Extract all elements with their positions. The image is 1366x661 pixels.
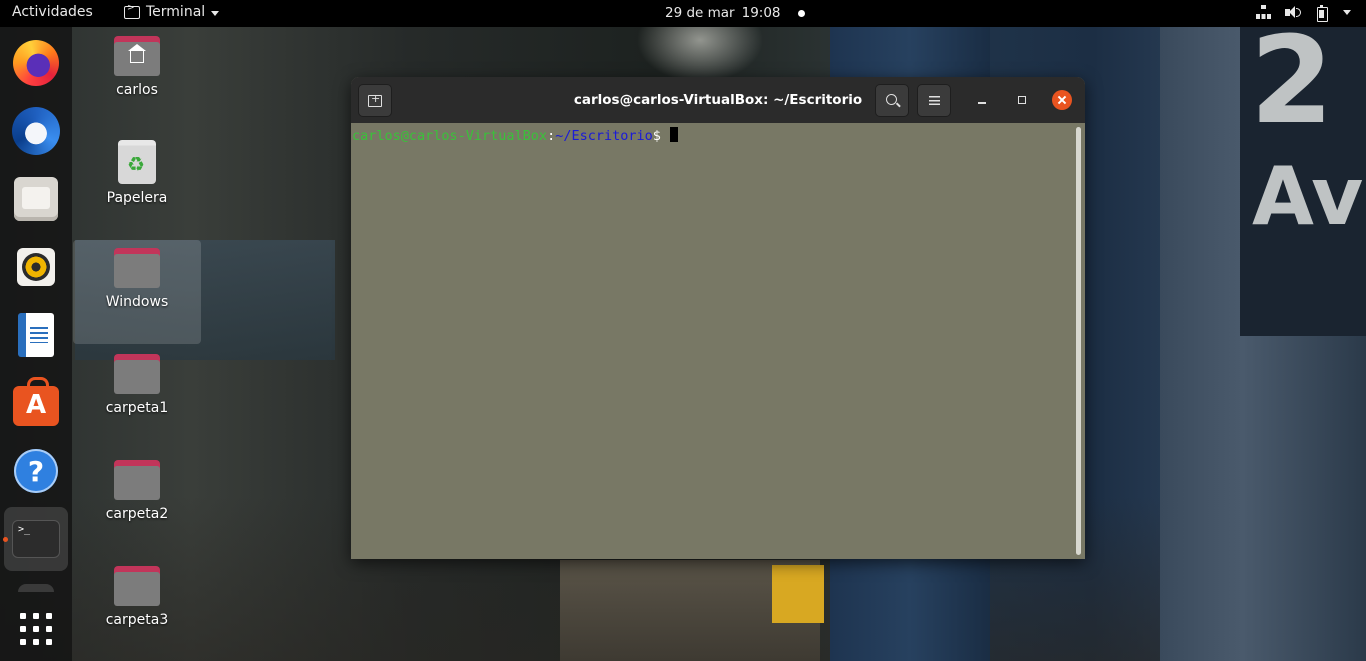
hamburger-menu-icon bbox=[928, 96, 940, 105]
prompt-path: ~/Escritorio bbox=[555, 128, 653, 144]
prompt-symbol: $ bbox=[652, 128, 670, 144]
desktop-icon-carpeta2[interactable]: carpeta2 bbox=[87, 460, 187, 522]
software-store-icon bbox=[13, 377, 59, 426]
new-tab-icon bbox=[368, 92, 382, 107]
dock-item-writer[interactable] bbox=[4, 303, 68, 367]
wallpaper-yellow-block bbox=[772, 565, 824, 623]
maximize-icon bbox=[1018, 96, 1026, 104]
close-button[interactable] bbox=[1051, 89, 1073, 111]
prompt-colon: : bbox=[547, 128, 556, 144]
desktop-icon-label: carlos bbox=[116, 82, 158, 98]
desktop-icon-label: carpeta1 bbox=[105, 400, 169, 416]
terminal-icon bbox=[124, 3, 140, 19]
terminal-icon bbox=[12, 520, 60, 558]
running-indicator-icon bbox=[3, 537, 8, 542]
thunderbird-icon bbox=[12, 107, 60, 155]
desktop-icon-label: Papelera bbox=[106, 190, 168, 206]
clock-date: 29 de mar bbox=[665, 5, 735, 21]
chevron-down-icon[interactable] bbox=[1343, 10, 1351, 15]
desktop-icon-label: carpeta3 bbox=[105, 612, 169, 628]
terminal-body[interactable]: carlos@carlos-VirtualBox:~/Escritorio$ bbox=[351, 123, 1085, 559]
dock-item-terminal[interactable] bbox=[3, 507, 68, 571]
folder-icon bbox=[114, 354, 160, 394]
firefox-icon bbox=[13, 40, 59, 86]
minimize-icon bbox=[978, 102, 986, 104]
dock-item-rhythmbox[interactable] bbox=[4, 235, 68, 299]
folder-icon bbox=[114, 566, 160, 606]
desktop-icon-home[interactable]: carlos bbox=[87, 36, 187, 98]
dock-partial-item bbox=[18, 584, 54, 592]
desktop-icon-carpeta3[interactable]: carpeta3 bbox=[87, 566, 187, 628]
dock: ? bbox=[0, 27, 72, 661]
app-menu-label: Terminal bbox=[146, 4, 206, 20]
files-icon bbox=[14, 177, 58, 221]
top-bar: Actividades Terminal 29 de mar 19:08 bbox=[0, 0, 1366, 27]
dock-item-software[interactable] bbox=[4, 371, 68, 435]
search-button[interactable] bbox=[875, 84, 909, 117]
prompt-user: carlos@carlos-VirtualBox bbox=[352, 128, 548, 144]
desktop-icon-label: Windows bbox=[105, 294, 169, 310]
writer-icon bbox=[18, 313, 54, 357]
dock-item-help[interactable]: ? bbox=[4, 439, 68, 503]
dock-item-thunderbird[interactable] bbox=[4, 99, 68, 163]
desktop-icon-label: carpeta2 bbox=[105, 506, 169, 522]
terminal-window[interactable]: carlos@carlos-VirtualBox: ~/Escritorio c… bbox=[351, 77, 1085, 559]
terminal-headerbar[interactable]: carlos@carlos-VirtualBox: ~/Escritorio bbox=[351, 77, 1085, 123]
search-icon bbox=[885, 94, 897, 105]
help-icon: ? bbox=[14, 449, 58, 493]
dock-item-files[interactable] bbox=[4, 167, 68, 231]
terminal-scrollbar[interactable] bbox=[1076, 127, 1081, 555]
prompt-line: carlos@carlos-VirtualBox:~/Escritorio$ bbox=[352, 127, 679, 144]
show-applications-icon[interactable] bbox=[20, 613, 52, 645]
chevron-down-icon bbox=[211, 10, 220, 16]
desktop-icon-trash[interactable]: Papelera bbox=[87, 140, 187, 206]
close-icon bbox=[1052, 90, 1072, 110]
text-cursor bbox=[670, 127, 679, 142]
wallpaper-sign-text: Ave bbox=[1252, 150, 1366, 243]
network-icon[interactable] bbox=[1256, 5, 1271, 20]
window-title: carlos@carlos-VirtualBox: ~/Escritorio bbox=[573, 92, 863, 108]
clock-time: 19:08 bbox=[741, 5, 781, 21]
minimize-button[interactable] bbox=[971, 89, 993, 111]
dock-item-firefox[interactable] bbox=[4, 31, 68, 95]
folder-icon bbox=[114, 460, 160, 500]
menu-button[interactable] bbox=[917, 84, 951, 117]
desktop-icon-carpeta1[interactable]: carpeta1 bbox=[87, 354, 187, 416]
battery-icon[interactable] bbox=[1314, 5, 1329, 22]
app-menu-button[interactable]: Terminal bbox=[124, 3, 220, 20]
activities-button[interactable]: Actividades bbox=[12, 4, 93, 20]
new-tab-button[interactable] bbox=[358, 84, 392, 117]
folder-icon bbox=[114, 248, 160, 288]
desktop-icon-windows[interactable]: Windows bbox=[87, 248, 187, 310]
volume-icon[interactable] bbox=[1285, 5, 1301, 20]
rhythmbox-icon bbox=[17, 248, 55, 286]
notification-dot-icon bbox=[797, 9, 805, 17]
clock-button[interactable]: 29 de mar 19:08 bbox=[665, 5, 805, 21]
wallpaper-sign-number: 2 bbox=[1250, 12, 1334, 151]
trash-icon bbox=[118, 140, 156, 184]
system-tray[interactable] bbox=[1256, 5, 1351, 22]
maximize-button[interactable] bbox=[1011, 89, 1033, 111]
home-folder-icon bbox=[114, 36, 160, 76]
